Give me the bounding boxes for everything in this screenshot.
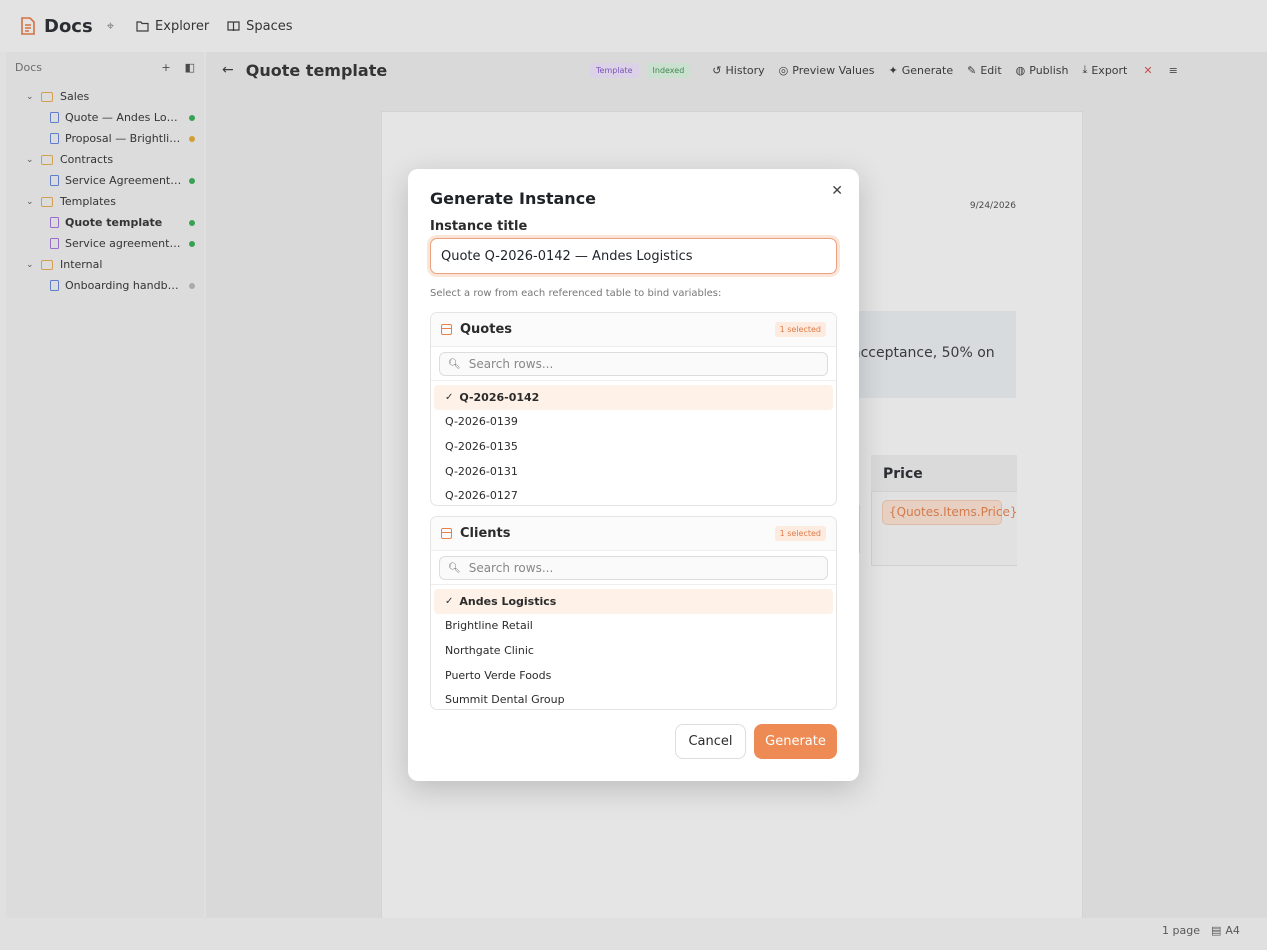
row-label: Summit Dental Group xyxy=(445,693,565,707)
quotes-selected-badge: 1 selected xyxy=(774,322,826,337)
list-item[interactable]: ✓ Q-2026-0142 xyxy=(434,385,833,410)
list-item[interactable]: ✓ Andes Logistics xyxy=(434,589,833,614)
modal-overlay[interactable]: Generate Instance ✕ Instance title Selec… xyxy=(0,0,1267,950)
clients-search: 🔍︎ xyxy=(439,556,828,580)
list-item[interactable]: Q-2026-0135 xyxy=(434,434,833,459)
quotes-search-wrap: 🔍︎ xyxy=(431,347,836,381)
instance-title-label: Instance title xyxy=(430,219,528,234)
row-label: Q-2026-0139 xyxy=(445,415,518,429)
table-icon xyxy=(441,528,452,539)
cancel-button[interactable]: Cancel xyxy=(675,724,746,759)
row-label: Puerto Verde Foods xyxy=(445,668,552,682)
list-item[interactable]: Q-2026-0127 xyxy=(434,483,833,505)
clients-search-wrap: 🔍︎ xyxy=(431,551,836,585)
row-label: Q-2026-0142 xyxy=(459,390,540,404)
list-item[interactable]: Q-2026-0131 xyxy=(434,459,833,484)
list-item[interactable]: Summit Dental Group xyxy=(434,687,833,709)
clients-table-name: Clients xyxy=(460,526,511,541)
bind-hint: Select a row from each referenced table … xyxy=(430,288,722,299)
row-label: Q-2026-0131 xyxy=(445,464,518,478)
clients-search-input[interactable] xyxy=(468,561,809,575)
list-item[interactable]: Q-2026-0139 xyxy=(434,410,833,435)
quotes-search-input[interactable] xyxy=(468,357,809,371)
check-icon: ✓ xyxy=(445,595,454,607)
list-item[interactable]: Northgate Clinic xyxy=(434,638,833,663)
clients-selected-badge: 1 selected xyxy=(774,526,826,541)
check-icon: ✓ xyxy=(445,391,454,403)
clients-table-picker: Clients 1 selected 🔍︎ ✓ Andes Logistics B… xyxy=(430,516,837,710)
row-label: Andes Logistics xyxy=(459,594,557,608)
search-icon: 🔍︎ xyxy=(448,358,461,370)
table-icon xyxy=(441,324,452,335)
search-icon: 🔍︎ xyxy=(448,562,461,574)
quotes-table-header: Quotes 1 selected xyxy=(431,313,836,347)
generate-instance-dialog: Generate Instance ✕ Instance title Selec… xyxy=(408,169,859,781)
close-icon[interactable]: ✕ xyxy=(831,183,843,199)
instance-title-input[interactable] xyxy=(430,238,837,274)
row-label: Brightline Retail xyxy=(445,619,533,633)
quotes-table-name: Quotes xyxy=(460,322,513,337)
row-label: Q-2026-0127 xyxy=(445,489,518,503)
list-item[interactable]: Puerto Verde Foods xyxy=(434,663,833,688)
clients-row-list: ✓ Andes Logistics Brightline Retail North… xyxy=(431,585,836,709)
generate-button[interactable]: Generate xyxy=(754,724,837,759)
clients-table-header: Clients 1 selected xyxy=(431,517,836,551)
list-item[interactable]: Brightline Retail xyxy=(434,614,833,639)
quotes-search: 🔍︎ xyxy=(439,352,828,376)
dialog-title: Generate Instance xyxy=(430,189,597,208)
row-label: Q-2026-0135 xyxy=(445,439,518,453)
quotes-row-list: ✓ Q-2026-0142 Q-2026-0139 Q-2026-0135 Q-2… xyxy=(431,381,836,505)
quotes-table-picker: Quotes 1 selected 🔍︎ ✓ Q-2026-0142 Q-2026… xyxy=(430,312,837,506)
row-label: Northgate Clinic xyxy=(445,643,534,657)
